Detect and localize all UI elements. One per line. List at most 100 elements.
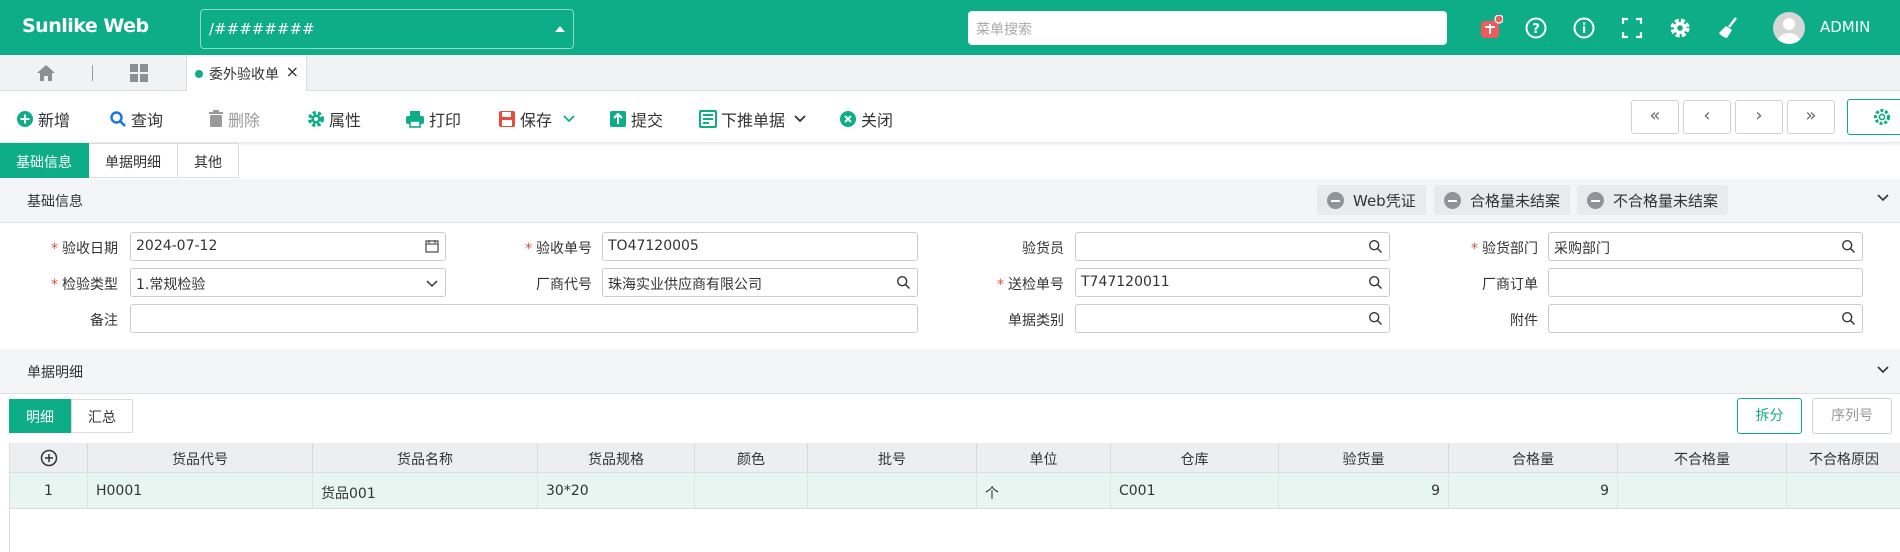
toolbar: 新增 查询 删除 属性 打印 保存 提交 下推单据 关闭 [0, 91, 1900, 143]
web-voucher-pill[interactable]: Web凭证 [1317, 185, 1426, 215]
settings-button[interactable] [1847, 99, 1900, 135]
type-value: 1.常规检验 [136, 277, 206, 293]
row-number: 1 [10, 473, 88, 508]
gear-icon[interactable] [1667, 15, 1693, 41]
cell-color[interactable] [695, 473, 808, 508]
add-button[interactable]: 新增 [16, 107, 70, 131]
cell-inspect-qty[interactable]: 9 [1279, 473, 1449, 508]
broom-icon[interactable] [1716, 15, 1742, 41]
first-record-button[interactable]: « [1631, 100, 1679, 134]
doc-no-field[interactable]: TO47120005 [602, 232, 918, 261]
close-tab-icon[interactable]: × [286, 62, 299, 81]
query-button[interactable]: 查询 [109, 107, 163, 131]
save-button[interactable]: 保存 [498, 107, 576, 131]
cell-pass-qty[interactable]: 9 [1449, 473, 1618, 508]
push-down-button[interactable]: 下推单据 [699, 107, 807, 131]
vendor-field[interactable]: 珠海实业供应商有限公司 [602, 268, 918, 297]
submit-button[interactable]: 提交 [609, 107, 663, 131]
split-button[interactable]: 拆分 [1737, 398, 1802, 434]
gift-icon[interactable] [1477, 15, 1503, 41]
tab-summary[interactable]: 汇总 [71, 399, 133, 433]
plus-circle-icon [17, 111, 33, 127]
remark-field[interactable] [130, 304, 918, 333]
search-icon[interactable] [896, 275, 911, 290]
tab-document[interactable]: 委外验收单 × [186, 55, 307, 91]
fullscreen-icon[interactable] [1619, 15, 1645, 41]
chevron-down-icon[interactable] [1876, 365, 1890, 375]
column-header[interactable]: 货品代号 [88, 443, 313, 472]
inspector-field[interactable] [1075, 232, 1390, 261]
search-icon[interactable] [1368, 275, 1383, 290]
vendor-order-field[interactable] [1548, 268, 1863, 297]
push-down-button-label: 下推单据 [721, 111, 786, 130]
cell-warehouse[interactable]: C001 [1111, 473, 1279, 508]
chevron-down-icon[interactable] [425, 277, 439, 291]
section-title: 基础信息 [27, 194, 83, 210]
column-header[interactable]: 仓库 [1111, 443, 1279, 472]
attachment-field[interactable] [1548, 304, 1863, 333]
plus-circle-icon[interactable] [40, 449, 58, 467]
cell-fail-reason[interactable] [1787, 473, 1900, 508]
help-icon[interactable]: ? [1523, 15, 1549, 41]
dept-field[interactable]: 采购部门 [1548, 232, 1863, 261]
table-row[interactable]: 1 H0001 货品001 30*20 个 C001 9 9 [10, 473, 1900, 509]
caret-up-icon [555, 26, 565, 32]
calendar-icon[interactable] [425, 239, 439, 253]
column-header[interactable]: 验货量 [1279, 443, 1449, 472]
cell-batch[interactable] [808, 473, 977, 508]
column-header[interactable]: 货品规格 [538, 443, 695, 472]
date-field[interactable]: 2024-07-12 [130, 232, 446, 261]
tab-bar: 委外验收单 × [0, 55, 1900, 91]
company-select[interactable]: /######## [200, 9, 574, 49]
menu-search-input[interactable]: 菜单搜索 [968, 11, 1447, 45]
cell-item-spec[interactable]: 30*20 [538, 473, 695, 508]
serial-number-button[interactable]: 序列号 [1812, 398, 1892, 434]
column-header[interactable]: 颜色 [695, 443, 808, 472]
apps-grid-icon[interactable] [129, 63, 149, 83]
column-header[interactable]: 不合格原因 [1787, 443, 1900, 472]
cell-item-name[interactable]: 货品001 [313, 473, 538, 508]
column-header[interactable]: 不合格量 [1618, 443, 1787, 472]
pass-qty-open-pill[interactable]: 合格量未结案 [1434, 185, 1571, 215]
trash-icon [209, 110, 223, 127]
close-button[interactable]: 关闭 [839, 107, 893, 131]
cell-fail-qty[interactable] [1618, 473, 1787, 508]
column-header[interactable]: 单位 [977, 443, 1111, 472]
cell-unit[interactable]: 个 [977, 473, 1111, 508]
chevron-down-icon[interactable] [793, 114, 807, 124]
tab-document-detail[interactable]: 单据明细 [89, 143, 178, 178]
document-icon [699, 110, 717, 128]
inspector-label: 验货员 [1022, 241, 1064, 257]
vendor-value: 珠海实业供应商有限公司 [608, 277, 762, 293]
delete-button[interactable]: 删除 [208, 107, 260, 131]
fail-qty-open-pill[interactable]: 不合格量未结案 [1577, 185, 1729, 215]
print-button[interactable]: 打印 [405, 107, 461, 131]
avatar[interactable] [1773, 12, 1805, 44]
column-header[interactable]: 合格量 [1449, 443, 1618, 472]
doc-type-field[interactable] [1075, 304, 1390, 333]
column-header[interactable]: 批号 [808, 443, 977, 472]
tab-other[interactable]: 其他 [178, 143, 239, 178]
search-icon[interactable] [1841, 239, 1856, 254]
search-icon[interactable] [1368, 311, 1383, 326]
send-no-field[interactable]: T747120011 [1075, 268, 1390, 297]
chevron-down-icon[interactable] [1876, 193, 1890, 203]
section-title: 单据明细 [27, 365, 83, 381]
cell-item-code[interactable]: H0001 [88, 473, 313, 508]
prev-record-button[interactable]: ‹ [1683, 100, 1731, 134]
tab-detail[interactable]: 明细 [9, 399, 71, 433]
last-record-button[interactable]: » [1787, 100, 1835, 134]
properties-button[interactable]: 属性 [307, 107, 361, 131]
home-icon[interactable] [36, 64, 56, 82]
next-record-button[interactable]: › [1735, 100, 1783, 134]
chevron-down-icon[interactable] [562, 114, 576, 124]
detail-section-header[interactable]: 单据明细 [0, 349, 1900, 394]
inspection-type-select[interactable]: 1.常规检验 [130, 268, 446, 297]
search-icon[interactable] [1841, 311, 1856, 326]
column-header[interactable]: 货品名称 [313, 443, 538, 472]
tab-basic-info[interactable]: 基础信息 [0, 143, 89, 178]
info-icon[interactable] [1571, 15, 1597, 41]
add-row-cell[interactable] [10, 443, 88, 472]
search-icon[interactable] [1368, 239, 1383, 254]
user-name[interactable]: ADMIN [1820, 18, 1870, 36]
